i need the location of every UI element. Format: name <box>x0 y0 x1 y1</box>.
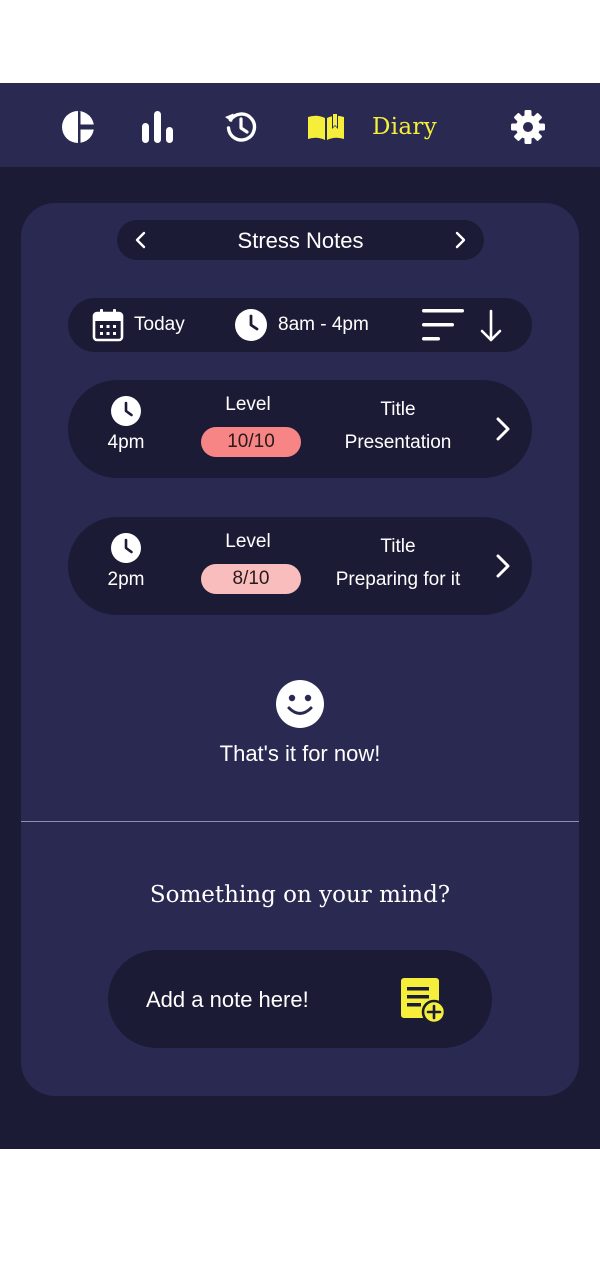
note-title: Preparing for it <box>335 569 461 590</box>
title-label: Title <box>380 399 416 420</box>
sort-descending-icon <box>422 309 502 342</box>
smiley-icon <box>276 680 324 728</box>
nav-diary-label: Diary <box>372 114 437 140</box>
stress-level-badge: 8/10 <box>201 564 301 594</box>
clock-icon <box>235 309 267 341</box>
note-time: 4pm <box>107 432 145 453</box>
top-navigation: Diary <box>0 83 600 167</box>
history-icon[interactable] <box>223 109 259 145</box>
note-row[interactable]: 2pm Level 8/10 Title Preparing for it <box>68 517 532 615</box>
open-book-icon <box>308 114 344 140</box>
empty-state-message: That's it for now! <box>219 741 381 766</box>
chevron-right-icon[interactable] <box>492 552 514 580</box>
note-time: 2pm <box>107 569 145 590</box>
bar-chart-icon[interactable] <box>140 109 176 145</box>
filter-bar: Today 8am - 4pm <box>68 298 532 352</box>
add-note-icon <box>401 978 447 1024</box>
clock-icon <box>111 396 141 426</box>
app-screen: Diary Stress Notes Today 8am - 4pm 4pm L… <box>0 83 600 1149</box>
divider <box>21 821 579 822</box>
note-title: Presentation <box>344 432 452 453</box>
note-row[interactable]: 4pm Level 10/10 Title Presentation <box>68 380 532 478</box>
stress-level-badge: 10/10 <box>201 427 301 457</box>
calendar-icon <box>92 309 124 342</box>
pie-chart-icon[interactable] <box>60 109 96 145</box>
date-filter[interactable]: Today <box>92 298 185 352</box>
sort-toggle[interactable] <box>420 298 510 352</box>
time-range-label: 8am - 4pm <box>278 314 369 335</box>
level-label: Level <box>225 394 271 415</box>
add-note-placeholder: Add a note here! <box>146 987 309 1012</box>
clock-icon <box>111 533 141 563</box>
compose-prompt: Something on your mind? <box>149 882 451 908</box>
section-switcher: Stress Notes <box>117 220 484 260</box>
chevron-right-icon[interactable] <box>450 230 470 250</box>
page-title: Stress Notes <box>237 228 364 253</box>
time-range-filter[interactable]: 8am - 4pm <box>234 298 369 352</box>
gear-icon[interactable] <box>510 109 546 145</box>
stress-notes-card: Stress Notes Today 8am - 4pm 4pm Level 1… <box>21 203 579 1096</box>
nav-diary-tab[interactable]: Diary <box>306 109 437 145</box>
level-label: Level <box>225 531 271 552</box>
add-note-button[interactable]: Add a note here! <box>108 950 492 1048</box>
date-filter-label: Today <box>134 314 185 335</box>
title-label: Title <box>380 536 416 557</box>
chevron-right-icon[interactable] <box>492 415 514 443</box>
